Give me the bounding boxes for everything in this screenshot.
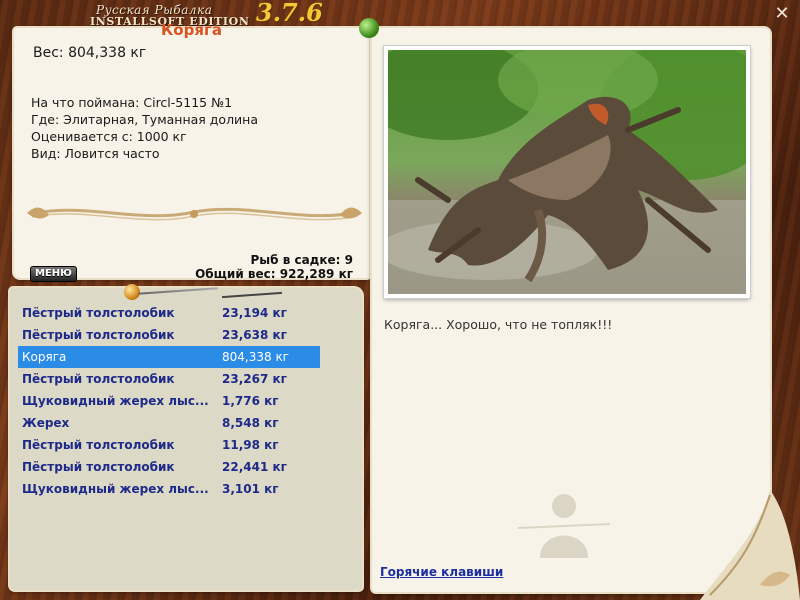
fisherman-watermark-icon [518, 494, 610, 558]
fish-weight: 22,441 кг [222, 460, 287, 474]
catch-photo [388, 50, 746, 294]
catch-list-row[interactable]: Пёстрый толстолобик 11,98 кг [18, 434, 320, 456]
fish-name: Пёстрый толстолобик [22, 306, 175, 320]
fish-name: Коряга [22, 350, 67, 364]
catch-list-row[interactable]: Пёстрый толстолобик 23,194 кг [18, 302, 320, 324]
fish-name: Щуковидный жерех лыс... [22, 482, 209, 496]
catch-list-row[interactable]: Коряга 804,338 кг [18, 346, 320, 368]
catch-list: Пёстрый толстолобик 23,194 кг Пёстрый толс… [18, 302, 320, 500]
catch-list-row[interactable]: Пёстрый толстолобик 23,638 кг [18, 324, 320, 346]
decorative-ornament [27, 207, 362, 221]
catch-species-line: Вид: Ловится часто [31, 146, 160, 161]
fish-weight: 3,101 кг [222, 482, 279, 496]
menu-button[interactable]: МЕНЮ [30, 266, 77, 282]
catch-list-row[interactable]: Пёстрый толстолобик 23,267 кг [18, 368, 320, 390]
fish-weight: 11,98 кг [222, 438, 279, 452]
pushpin-icon [359, 18, 379, 38]
fish-count: Рыб в садке: 9 [250, 253, 354, 267]
fish-weight: 23,194 кг [222, 306, 287, 320]
fish-name: Щуковидный жерех лыс... [22, 394, 209, 408]
catch-list-row[interactable]: Пёстрый толстолобик 22,441 кг [18, 456, 320, 478]
total-weight: Общий вес: 922,289 кг [195, 267, 353, 281]
fish-name: Пёстрый толстолобик [22, 372, 175, 386]
catch-photo-frame [384, 46, 750, 298]
fish-weight: 1,776 кг [222, 394, 279, 408]
catch-list-row[interactable]: Щуковидный жерех лыс... 3,101 кг [18, 478, 320, 500]
fish-weight: 8,548 кг [222, 416, 279, 430]
hotkeys-link[interactable]: Горячие клавиши [380, 565, 503, 579]
keepnet-stats: Рыб в садке: 9 Общий вес: 922,289 кг [195, 253, 353, 281]
fish-name: Жерех [22, 416, 70, 430]
catch-list-row[interactable]: Щуковидный жерех лыс... 1,776 кг [18, 390, 320, 412]
fish-name: Пёстрый толстолобик [22, 328, 175, 342]
close-icon[interactable]: ✕ [772, 4, 792, 24]
catch-title: Коряга [161, 21, 222, 39]
catch-valuation-line: Оценивается с: 1000 кг [31, 129, 187, 144]
fish-weight: 23,638 кг [222, 328, 287, 342]
catch-bait-line: На что поймана: Circl-5115 №1 [31, 95, 233, 110]
catch-location-line: Где: Элитарная, Туманная долина [31, 112, 259, 127]
fish-weight: 804,338 кг [222, 350, 289, 364]
catch-weight: Вес: 804,338 кг [33, 45, 147, 61]
page-curl-decoration [700, 490, 800, 600]
fish-name: Пёстрый толстолобик [22, 438, 175, 452]
fish-weight: 23,267 кг [222, 372, 287, 386]
photo-caption: Коряга... Хорошо, что не топляк!!! [384, 317, 613, 332]
fish-name: Пёстрый толстолобик [22, 460, 175, 474]
catch-list-row[interactable]: Жерех 8,548 кг [18, 412, 320, 434]
